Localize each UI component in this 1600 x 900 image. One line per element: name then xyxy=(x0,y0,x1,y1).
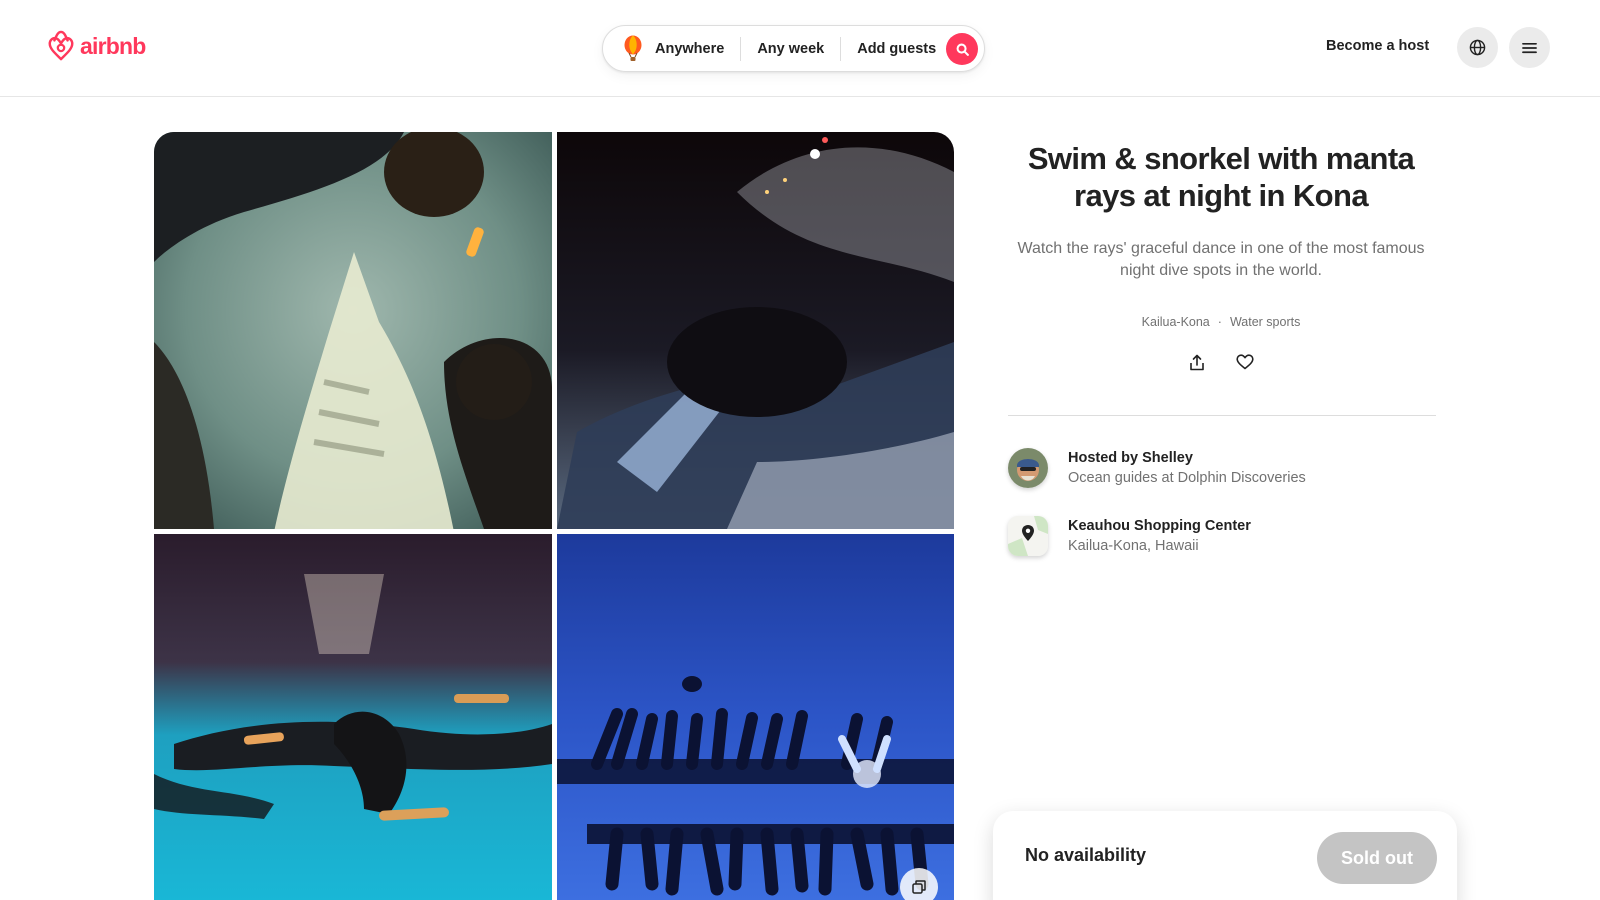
availability-status: No availability xyxy=(1025,845,1147,865)
experience-tags: Kailua-Kona · Water sports xyxy=(1006,315,1436,329)
airbnb-logo[interactable]: airbnb xyxy=(46,30,146,62)
location-text: Keauhou Shopping Center Kailua-Kona, Haw… xyxy=(1068,516,1251,556)
experience-title: Swim & snorkel with manta rays at night … xyxy=(1027,141,1415,213)
become-host-link[interactable]: Become a host xyxy=(1326,38,1429,54)
share-icon xyxy=(1190,354,1204,370)
search-icon xyxy=(956,43,969,56)
search-divider xyxy=(840,36,842,61)
location-name[interactable]: Keauhou Shopping Center xyxy=(1068,516,1251,536)
search-anywhere[interactable]: Anywhere xyxy=(655,41,724,57)
search-divider xyxy=(740,36,742,61)
section-divider xyxy=(1008,415,1436,416)
meeting-location: Keauhou Shopping Center Kailua-Kona, Haw… xyxy=(1008,516,1251,556)
host-organization: Ocean guides at Dolphin Discoveries xyxy=(1068,470,1306,486)
share-button[interactable] xyxy=(1187,352,1207,372)
booking-card: No availability Sold out xyxy=(993,811,1457,900)
gallery-icon xyxy=(912,880,926,894)
tag-separator: · xyxy=(1217,315,1222,329)
host-info: Hosted by Shelley Ocean guides at Dolphi… xyxy=(1008,448,1306,488)
balloon-icon xyxy=(623,35,643,63)
sold-out-button[interactable]: Sold out xyxy=(1317,832,1437,884)
airbnb-logo-text: airbnb xyxy=(80,32,146,59)
save-wishlist-button[interactable] xyxy=(1235,352,1255,372)
map-thumbnail[interactable] xyxy=(1008,516,1048,556)
menu-icon xyxy=(1522,42,1537,53)
experience-subtitle: Watch the rays' graceful dance in one of… xyxy=(1017,240,1425,279)
search-add-guests[interactable]: Add guests xyxy=(857,41,936,57)
photo-night-boat-water[interactable] xyxy=(557,132,954,529)
globe-icon xyxy=(1469,39,1486,56)
host-avatar[interactable] xyxy=(1008,448,1048,488)
main-menu-button[interactable] xyxy=(1509,27,1550,68)
search-any-week[interactable]: Any week xyxy=(757,41,824,57)
experience-actions xyxy=(1006,352,1436,372)
search-bar[interactable]: Anywhere Any week Add guests xyxy=(602,25,985,72)
host-text: Hosted by Shelley Ocean guides at Dolphi… xyxy=(1068,448,1306,488)
photo-divers-silhouettes-blue[interactable] xyxy=(557,534,954,900)
tag-location[interactable]: Kailua-Kona xyxy=(1142,315,1210,329)
top-header: airbnb Anywhere Any week Add guests Beco… xyxy=(0,0,1600,97)
location-city: Kailua-Kona, Hawaii xyxy=(1068,538,1199,554)
language-button[interactable] xyxy=(1457,27,1498,68)
search-button[interactable] xyxy=(946,33,978,65)
host-name[interactable]: Hosted by Shelley xyxy=(1068,448,1306,468)
photo-night-snorkelers-surface[interactable] xyxy=(154,534,552,900)
show-all-photos-button[interactable] xyxy=(900,868,938,900)
photo-manta-ray-snorkelers[interactable] xyxy=(154,132,552,529)
airbnb-logo-icon xyxy=(48,30,74,61)
tag-category[interactable]: Water sports xyxy=(1230,315,1300,329)
heart-icon xyxy=(1236,354,1254,370)
